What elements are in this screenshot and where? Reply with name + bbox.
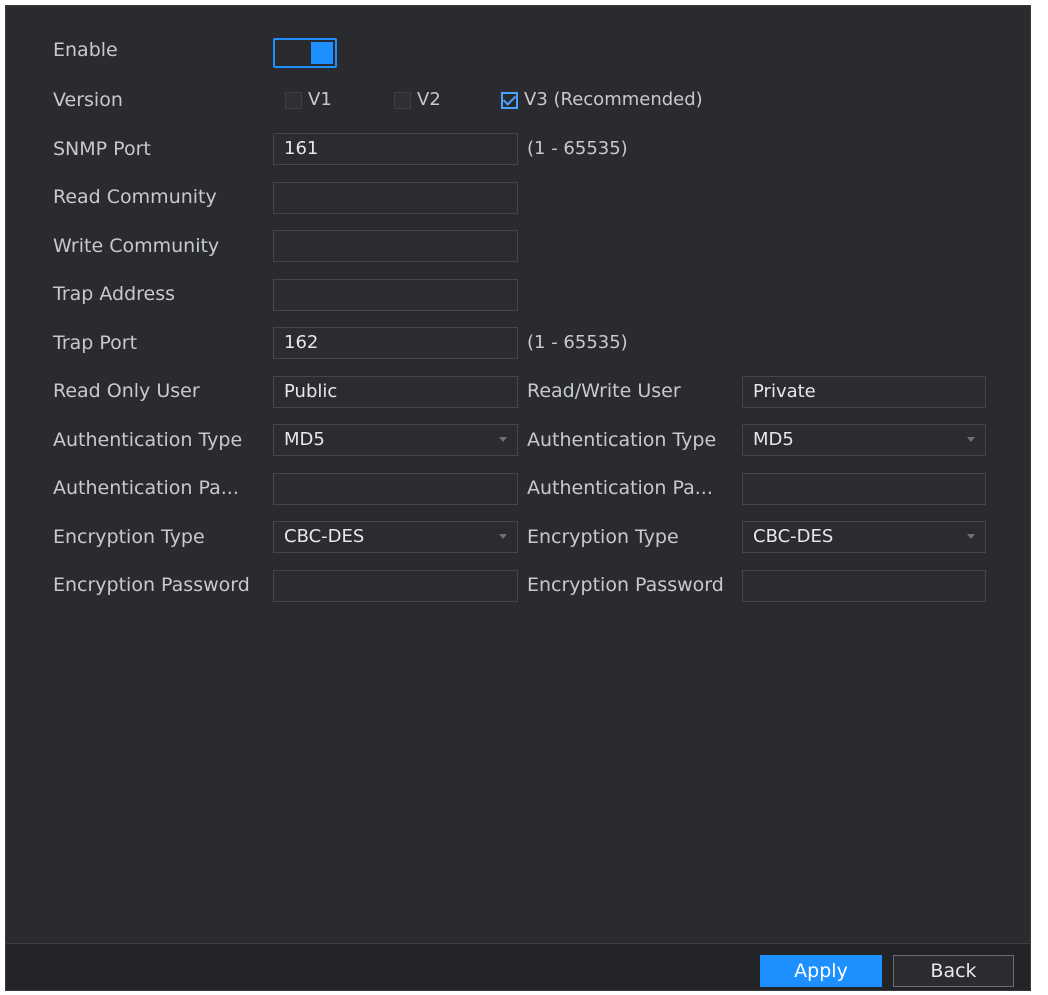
apply-button[interactable]: Apply	[760, 955, 882, 987]
snmp-settings-panel: Enable Version V1 V2 V3 (Recommended) SN…	[5, 5, 1031, 991]
rw-enc-password-label: Encryption Password	[527, 574, 724, 596]
ro-auth-password-label: Authentication Pa...	[53, 477, 239, 499]
version-v1-label: V1	[308, 89, 332, 110]
chevron-down-icon	[499, 534, 507, 539]
trap-port-input[interactable]: 162	[273, 327, 518, 359]
ro-enc-type-label: Encryption Type	[53, 526, 205, 548]
snmp-port-input[interactable]: 161	[273, 133, 518, 165]
version-v2-checkbox[interactable]	[394, 92, 411, 109]
enable-label: Enable	[53, 39, 118, 61]
read-community-label: Read Community	[53, 186, 217, 208]
rw-enc-password-input[interactable]	[742, 570, 986, 602]
trap-address-input[interactable]	[273, 279, 518, 311]
read-only-user-input[interactable]: Public	[273, 376, 518, 408]
ro-enc-password-input[interactable]	[273, 570, 518, 602]
version-v1-checkbox[interactable]	[285, 92, 302, 109]
snmp-port-label: SNMP Port	[53, 138, 151, 160]
enable-toggle[interactable]	[273, 38, 337, 68]
snmp-port-range: (1 - 65535)	[527, 138, 628, 159]
read-write-user-input[interactable]: Private	[742, 376, 986, 408]
read-write-user-label: Read/Write User	[527, 380, 681, 402]
ro-auth-type-label: Authentication Type	[53, 429, 243, 451]
chevron-down-icon	[967, 534, 975, 539]
write-community-input[interactable]	[273, 230, 518, 262]
rw-auth-password-input[interactable]	[742, 473, 986, 505]
chevron-down-icon	[967, 437, 975, 442]
version-v3-label: V3 (Recommended)	[524, 89, 703, 110]
ro-auth-password-input[interactable]	[273, 473, 518, 505]
rw-enc-type-label: Encryption Type	[527, 526, 679, 548]
version-label: Version	[53, 89, 123, 111]
rw-auth-type-label: Authentication Type	[527, 429, 717, 451]
read-only-user-label: Read Only User	[53, 380, 200, 402]
back-button[interactable]: Back	[893, 955, 1014, 987]
chevron-down-icon	[499, 437, 507, 442]
ro-enc-type-value: CBC-DES	[284, 526, 365, 547]
rw-auth-password-label: Authentication Pa...	[527, 477, 713, 499]
rw-auth-type-value: MD5	[753, 429, 794, 450]
trap-address-label: Trap Address	[53, 283, 176, 305]
read-community-input[interactable]	[273, 182, 518, 214]
ro-auth-type-value: MD5	[284, 429, 325, 450]
ro-enc-password-label: Encryption Password	[53, 574, 250, 596]
rw-auth-type-select[interactable]: MD5	[742, 424, 986, 456]
trap-port-range: (1 - 65535)	[527, 332, 628, 353]
rw-enc-type-select[interactable]: CBC-DES	[742, 521, 986, 553]
ro-auth-type-select[interactable]: MD5	[273, 424, 518, 456]
write-community-label: Write Community	[53, 235, 220, 257]
version-v2-label: V2	[417, 89, 441, 110]
toggle-knob	[311, 42, 333, 64]
rw-enc-type-value: CBC-DES	[753, 526, 834, 547]
ro-enc-type-select[interactable]: CBC-DES	[273, 521, 518, 553]
version-v3-checkbox[interactable]	[501, 92, 518, 109]
trap-port-label: Trap Port	[53, 332, 138, 354]
